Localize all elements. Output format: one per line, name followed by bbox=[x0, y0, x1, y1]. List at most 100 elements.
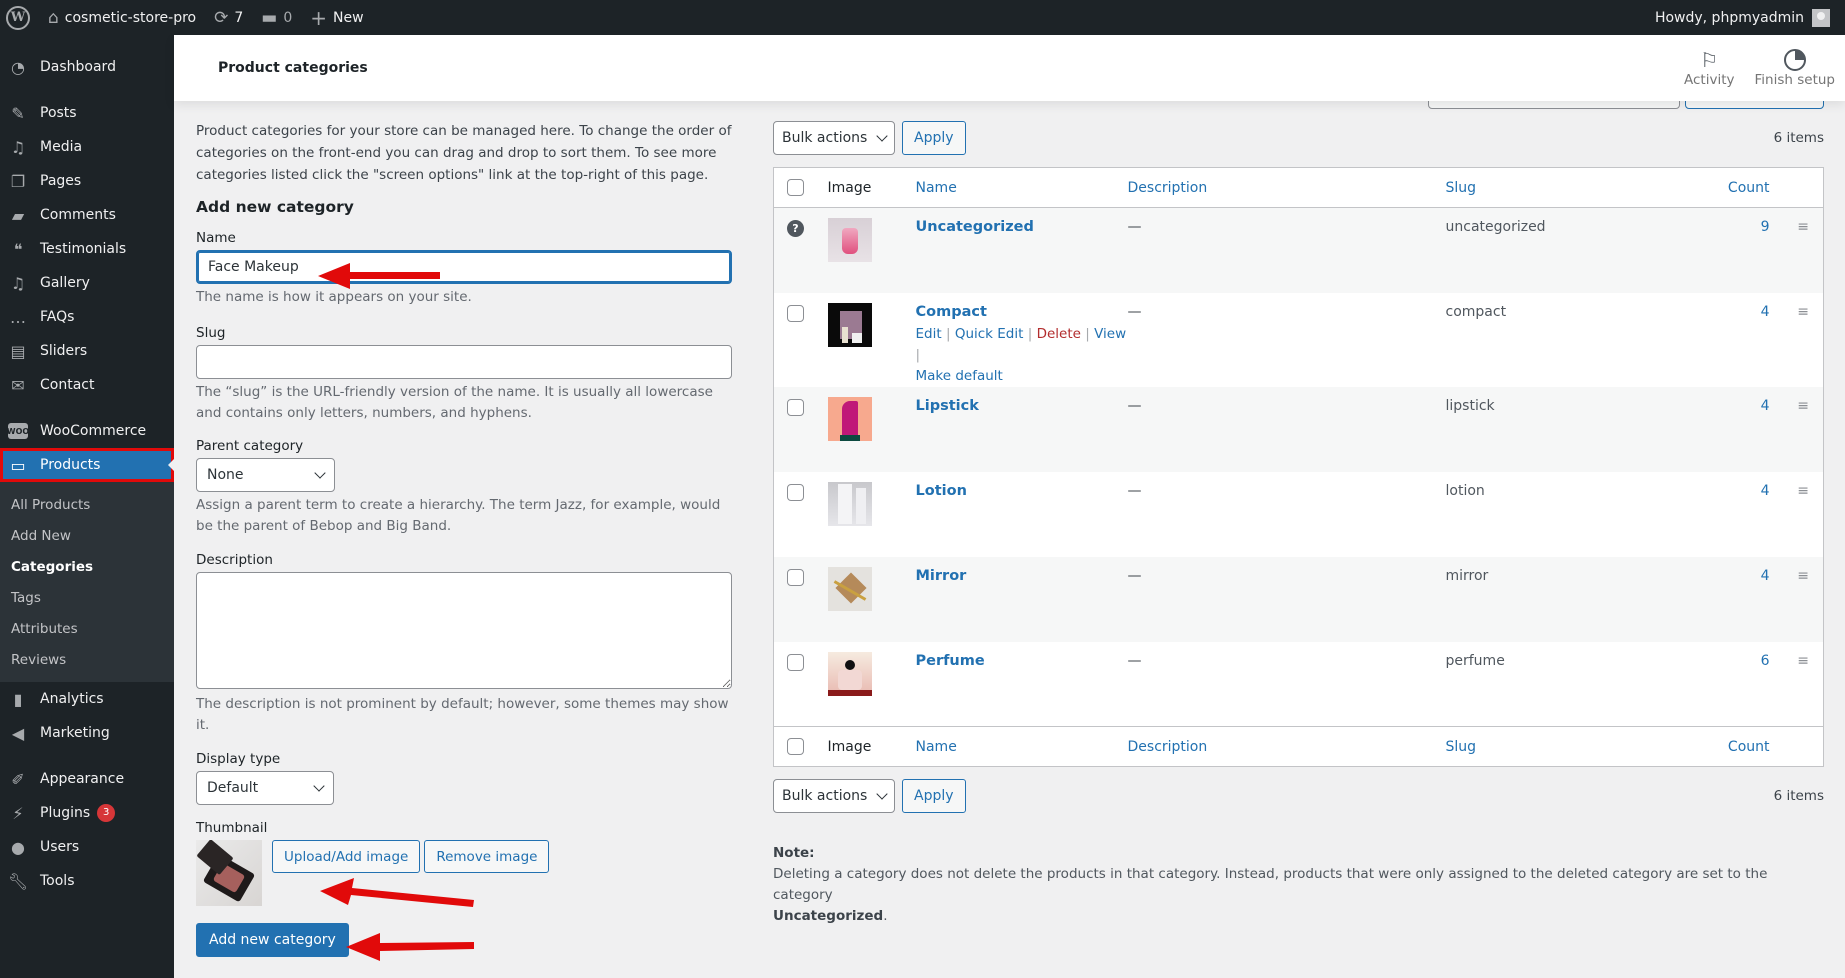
column-name-sort[interactable]: Name bbox=[897, 167, 1128, 208]
site-name-link[interactable]: ⌂ cosmetic-store-pro bbox=[39, 0, 205, 35]
apply-button-bottom[interactable]: Apply bbox=[902, 779, 966, 813]
default-category-help-icon[interactable]: ? bbox=[787, 220, 804, 237]
my-account-link[interactable]: Howdy, phpmyadmin bbox=[1646, 0, 1845, 35]
select-all-checkbox-bottom[interactable] bbox=[787, 738, 804, 755]
add-category-form: Product categories for your store can be… bbox=[196, 120, 732, 957]
edit-link[interactable]: Edit bbox=[916, 326, 942, 342]
sidebar-item-media[interactable]: ♫ Media bbox=[0, 130, 174, 164]
submenu-reviews[interactable]: Reviews bbox=[0, 644, 174, 675]
display-type-select[interactable]: Default bbox=[196, 771, 334, 805]
category-name-link[interactable]: Lipstick bbox=[916, 398, 979, 414]
category-name-link[interactable]: Lotion bbox=[916, 483, 967, 499]
drag-handle-icon[interactable]: ≡ bbox=[1797, 398, 1809, 414]
name-label: Name bbox=[196, 230, 236, 246]
drag-handle-icon[interactable]: ≡ bbox=[1797, 653, 1809, 669]
table-row: Perfume — perfume 6 ≡ bbox=[774, 642, 1824, 727]
description-textarea[interactable] bbox=[196, 572, 732, 689]
row-checkbox[interactable] bbox=[787, 568, 804, 586]
sidebar-item-users[interactable]: ● Users bbox=[0, 830, 174, 864]
sidebar-item-dashboard[interactable]: ◔ Dashboard bbox=[0, 50, 174, 84]
make-default-link[interactable]: Make default bbox=[916, 368, 1003, 384]
category-image bbox=[827, 396, 872, 441]
row-checkbox[interactable] bbox=[787, 304, 804, 322]
wrench-icon: 🔧︎ bbox=[7, 871, 29, 891]
select-all-checkbox[interactable] bbox=[787, 179, 804, 196]
category-name-link[interactable]: Perfume bbox=[916, 653, 985, 669]
column-count-sort[interactable]: Count bbox=[1705, 167, 1770, 208]
submenu-tags[interactable]: Tags bbox=[0, 582, 174, 613]
category-count-link[interactable]: 6 bbox=[1706, 642, 1770, 727]
categories-table: Image Name Description Slug Count ? Unca… bbox=[773, 167, 1824, 767]
chevron-down-icon bbox=[313, 780, 325, 792]
sidebar-item-sliders[interactable]: ▤ Sliders bbox=[0, 334, 174, 368]
row-checkbox[interactable] bbox=[787, 653, 804, 671]
sidebar-item-plugins[interactable]: ⚡ Plugins 3 bbox=[0, 796, 174, 830]
remove-image-button[interactable]: Remove image bbox=[424, 840, 550, 873]
category-description: — bbox=[1127, 303, 1142, 320]
name-help: The name is how it appears on your site. bbox=[196, 289, 472, 305]
sidebar-item-testimonials[interactable]: ❝ Testimonials bbox=[0, 232, 174, 266]
delete-link[interactable]: Delete bbox=[1037, 326, 1081, 342]
slug-input[interactable] bbox=[196, 345, 732, 379]
category-count-link[interactable]: 4 bbox=[1706, 557, 1770, 642]
column-description-sort[interactable]: Description bbox=[1127, 726, 1446, 767]
category-name-link[interactable]: Mirror bbox=[916, 568, 967, 584]
drag-handle-icon[interactable]: ≡ bbox=[1797, 483, 1809, 499]
view-link[interactable]: View bbox=[1094, 326, 1126, 342]
upload-image-button[interactable]: Upload/Add image bbox=[272, 840, 421, 873]
column-count-sort[interactable]: Count bbox=[1705, 726, 1770, 767]
submenu-attributes[interactable]: Attributes bbox=[0, 613, 174, 644]
drag-handle-icon[interactable]: ≡ bbox=[1797, 568, 1809, 584]
row-checkbox[interactable] bbox=[787, 483, 804, 501]
add-new-category-button[interactable]: Add new category bbox=[196, 923, 349, 957]
column-name-sort[interactable]: Name bbox=[897, 726, 1128, 767]
plug-icon: ⚡ bbox=[12, 803, 24, 823]
comments-link[interactable]: ▬ 0 bbox=[252, 0, 301, 35]
sidebar-item-gallery[interactable]: ♫ Gallery bbox=[0, 266, 174, 300]
sidebar-item-contact[interactable]: ✉ Contact bbox=[0, 368, 174, 402]
sidebar-item-marketing[interactable]: ◀ Marketing bbox=[0, 716, 174, 750]
category-slug: perfume bbox=[1445, 652, 1505, 669]
sidebar-item-products[interactable]: ▭ Products bbox=[0, 448, 174, 482]
category-name-link[interactable]: Compact bbox=[916, 304, 987, 320]
category-count-link[interactable]: 4 bbox=[1706, 293, 1770, 387]
submenu-all-products[interactable]: All Products bbox=[0, 489, 174, 520]
drag-handle-icon[interactable]: ≡ bbox=[1797, 219, 1809, 235]
quick-edit-link[interactable]: Quick Edit bbox=[955, 326, 1024, 342]
name-input[interactable]: Face Makeup bbox=[196, 250, 732, 284]
parent-category-select[interactable]: None bbox=[196, 458, 335, 492]
table-row: ? Uncategorized — uncategorized 9 ≡ bbox=[773, 207, 1824, 293]
category-count-link[interactable]: 4 bbox=[1706, 387, 1770, 472]
sidebar-item-woocommerce[interactable]: WOO WooCommerce bbox=[0, 414, 174, 448]
column-slug-sort[interactable]: Slug bbox=[1445, 167, 1706, 208]
user-icon: ● bbox=[11, 837, 25, 857]
description-label: Description bbox=[196, 552, 273, 568]
activity-button[interactable]: ⚐ Activity bbox=[1674, 35, 1745, 101]
wp-logo-menu[interactable]: W bbox=[0, 0, 39, 35]
sidebar-item-posts[interactable]: ✎ Posts bbox=[0, 96, 174, 130]
column-slug-sort[interactable]: Slug bbox=[1445, 726, 1706, 767]
category-description: — bbox=[1127, 219, 1142, 235]
category-count-link[interactable]: 9 bbox=[1706, 208, 1770, 293]
category-name-link[interactable]: Uncategorized bbox=[916, 219, 1034, 235]
sidebar-item-analytics[interactable]: ▮ Analytics bbox=[0, 682, 174, 716]
sidebar-item-faqs[interactable]: … FAQs bbox=[0, 300, 174, 334]
category-count-link[interactable]: 4 bbox=[1706, 472, 1770, 557]
bulk-actions-select-bottom[interactable]: Bulk actions bbox=[773, 779, 895, 813]
drag-handle-icon[interactable]: ≡ bbox=[1797, 304, 1809, 320]
column-description-sort[interactable]: Description bbox=[1127, 167, 1446, 208]
finish-setup-button[interactable]: Finish setup bbox=[1745, 35, 1845, 101]
submenu-categories[interactable]: Categories bbox=[0, 551, 174, 582]
sidebar-item-appearance[interactable]: ✐ Appearance bbox=[0, 762, 174, 796]
updates-link[interactable]: ⟳ 7 bbox=[205, 0, 252, 35]
submenu-add-new[interactable]: Add New bbox=[0, 520, 174, 551]
table-row: Lotion — lotion 4 ≡ bbox=[774, 472, 1824, 557]
sidebar-item-pages[interactable]: ❐ Pages bbox=[0, 164, 174, 198]
row-checkbox[interactable] bbox=[787, 398, 804, 416]
apply-button[interactable]: Apply bbox=[902, 121, 966, 155]
sidebar-item-comments[interactable]: ▰ Comments bbox=[0, 198, 174, 232]
new-content-link[interactable]: + New bbox=[301, 0, 372, 35]
sidebar-item-tools[interactable]: 🔧︎ Tools bbox=[0, 864, 174, 898]
bulk-actions-select[interactable]: Bulk actions bbox=[773, 121, 895, 155]
bar-chart-icon: ▮ bbox=[13, 689, 23, 709]
